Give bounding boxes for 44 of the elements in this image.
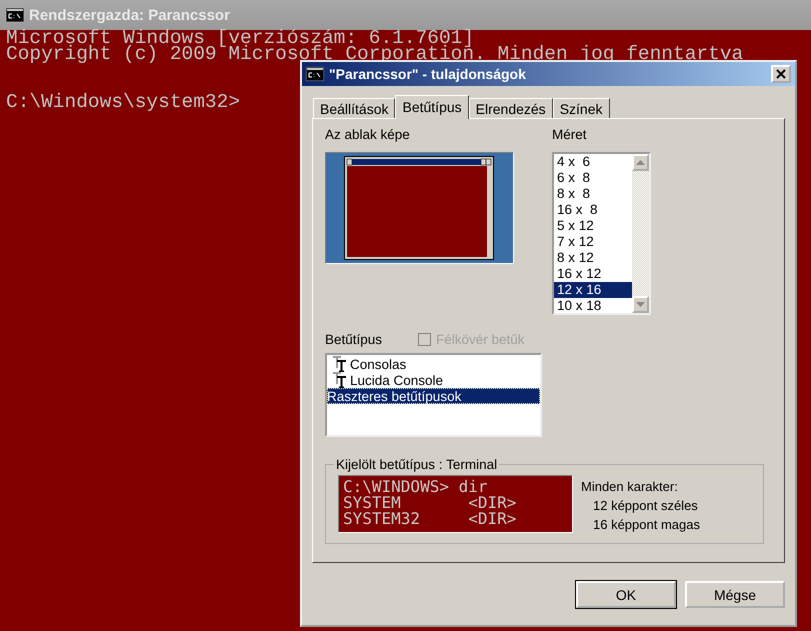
font-label: Betűtípus: [325, 332, 384, 346]
size-option[interactable]: 16 x 8: [554, 202, 632, 218]
sample-line: SYSTEM <DIR>: [343, 495, 518, 511]
dialog-title: "Parancssor" - tulajdonságok: [329, 66, 527, 82]
preview-label: Az ablak képe: [325, 127, 411, 142]
dialog-button[interactable]: Mégse: [685, 581, 785, 608]
size-option[interactable]: 5 x 12: [554, 218, 632, 234]
tab[interactable]: Betűtípus: [395, 95, 469, 119]
size-option[interactable]: 8 x 8: [554, 186, 632, 202]
font-option[interactable]: Lucida Console: [327, 372, 540, 388]
down-arrow-icon: [636, 302, 645, 307]
console-line: Microsoft Windows [verziószám: 6.1.7601]: [6, 30, 474, 46]
console-prompt: C:\Windows\system32>: [6, 94, 240, 110]
close-button[interactable]: [771, 65, 791, 83]
size-label: Méret: [552, 127, 588, 142]
size-option[interactable]: 12 x 16: [554, 282, 632, 298]
size-option[interactable]: 7 x 12: [554, 234, 632, 250]
info-title: Minden karakter:: [581, 479, 679, 494]
size-option[interactable]: 16 x 12: [554, 266, 632, 282]
window-title: Rendszergazda: Parancssor: [29, 6, 230, 24]
scroll-up-button[interactable]: [632, 154, 649, 171]
size-option[interactable]: 10 x 18: [554, 298, 632, 314]
tab[interactable]: Elrendezés: [468, 98, 553, 118]
size-option[interactable]: 8 x 12: [554, 250, 632, 266]
close-icon: [776, 69, 786, 79]
truetype-icon: [333, 372, 347, 388]
sample-line: SYSTEM32 <DIR>: [343, 511, 518, 527]
size-option[interactable]: 4 x 6: [554, 154, 632, 170]
dialog-button[interactable]: OK: [576, 581, 676, 608]
scrollbar[interactable]: [632, 154, 649, 313]
size-option[interactable]: 6 x 8: [554, 170, 632, 186]
info-line: 16 képpont magas: [592, 517, 700, 532]
tab[interactable]: Beállítások: [313, 98, 396, 118]
console-icon: [306, 67, 324, 81]
tab[interactable]: Színek: [552, 98, 610, 118]
info-line: 12 képpont széles: [592, 498, 699, 513]
console-icon: [6, 8, 24, 22]
scroll-down-button[interactable]: [632, 296, 649, 313]
up-arrow-icon: [636, 160, 645, 165]
font-option[interactable]: Consolas: [327, 356, 540, 372]
group-legend: Kijelölt betűtípus : Terminal: [334, 457, 500, 472]
sample-line: C:\WINDOWS> dir: [343, 479, 488, 495]
truetype-icon: [333, 356, 347, 372]
font-option[interactable]: Raszteres betűtípusok: [327, 388, 540, 404]
